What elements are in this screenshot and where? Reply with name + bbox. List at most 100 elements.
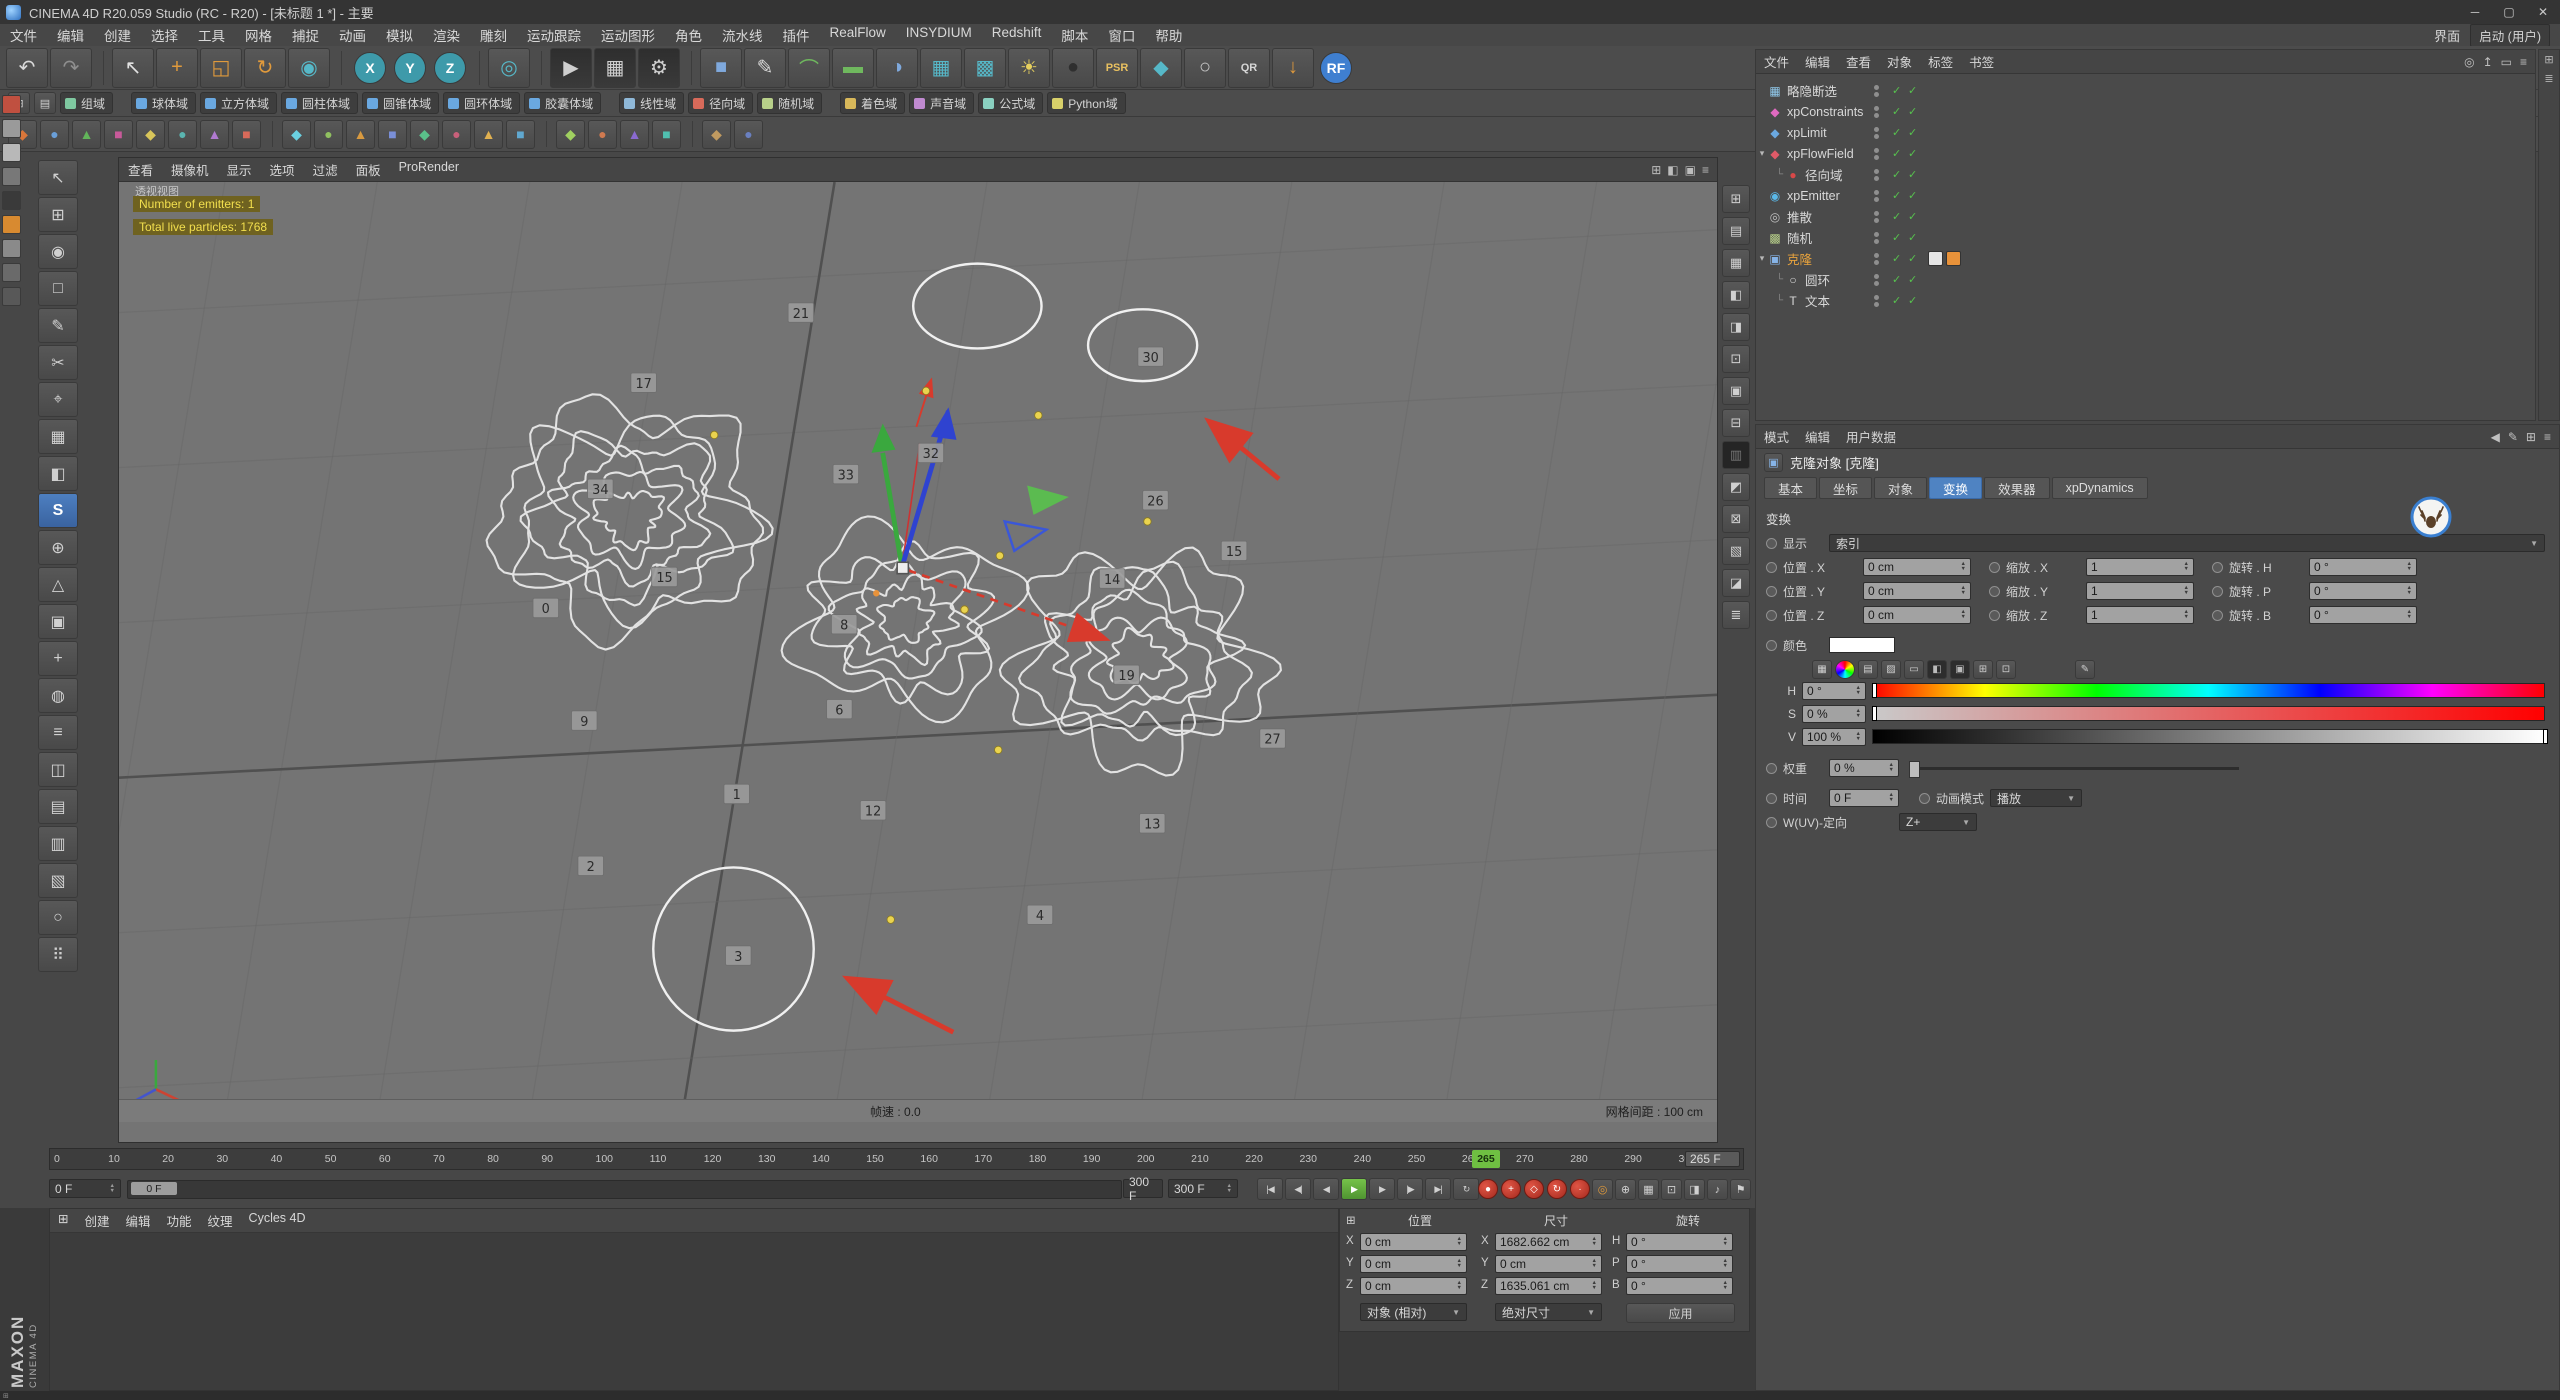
am-tab-基本[interactable]: 基本	[1764, 477, 1818, 499]
color-mode-icon-2[interactable]: ◉	[1835, 659, 1855, 679]
visibility-dots[interactable]	[1874, 126, 1879, 139]
object-label[interactable]: xpConstraints	[1787, 105, 1863, 119]
anim-dot[interactable]	[1919, 792, 1930, 804]
move-tool-button[interactable]: +	[156, 47, 198, 88]
om-menu-item[interactable]: 查看	[1838, 52, 1879, 71]
xp-icon-7[interactable]: ▲	[200, 119, 229, 149]
menu-item[interactable]: RealFlow	[820, 25, 896, 45]
tool-palette-icon-20[interactable]: ▧	[38, 863, 78, 898]
tool-palette-icon-19[interactable]: ▥	[38, 826, 78, 861]
menu-item[interactable]: 运动跟踪	[517, 25, 591, 45]
hsv-H-field[interactable]: 0 ° ▲ ▼	[1802, 681, 1866, 700]
enabled-check[interactable]: ✓	[1892, 294, 1901, 307]
right-toolbar-icon-2[interactable]: ▤	[1722, 217, 1750, 245]
coords-mode-dropdown[interactable]: 对象 (相对) ▼	[1360, 1303, 1467, 1321]
undo-button[interactable]: ↶	[6, 47, 48, 88]
field-pill-12[interactable]: 声音域	[909, 92, 975, 114]
tool-palette-icon-7[interactable]: ⌖	[38, 382, 78, 417]
field-pill-8[interactable]: 线性域	[619, 92, 685, 114]
viewport-canvas[interactable]: 17 21 30 32 33 26 34 15 15 14 19 27 13 12 9 6 1 2 3 4 0 8 透视视…	[119, 182, 1717, 1122]
scale-field[interactable]: 1 ▲ ▼	[2086, 558, 2194, 576]
am-header-icon-3[interactable]: ⊞	[2526, 430, 2536, 444]
menu-item[interactable]: 插件	[773, 25, 820, 45]
right-toolbar-icon-3[interactable]: ▦	[1722, 249, 1750, 277]
object-label[interactable]: 推散	[1787, 207, 1812, 226]
xp-icon-19[interactable]: ▲	[620, 119, 649, 149]
xp-icon-22[interactable]: ●	[734, 119, 763, 149]
add-cloth-button[interactable]: ▩	[964, 47, 1006, 88]
enabled-check[interactable]: ✓	[1908, 273, 1917, 286]
menu-item[interactable]: 编辑	[47, 25, 94, 45]
coords-field[interactable]: 0 cm ▲ ▼	[1360, 1233, 1467, 1251]
power-slider-handle[interactable]: 0 F	[131, 1182, 177, 1195]
right-toolbar-icon-1[interactable]: ⊞	[1722, 185, 1750, 213]
color-mode-icon-7[interactable]: ▣	[1950, 659, 1970, 679]
record-position-toggle[interactable]: +	[1501, 1179, 1521, 1199]
anim-dot[interactable]	[1766, 561, 1777, 573]
om-menu-item[interactable]: 编辑	[1797, 52, 1838, 71]
field-pill-11[interactable]: 着色域	[840, 92, 906, 114]
hsv-H-slider[interactable]	[1872, 683, 2545, 698]
tool-palette-icon-15[interactable]: ◍	[38, 678, 78, 713]
am-tab-xpDynamics[interactable]: xpDynamics	[2051, 477, 2148, 499]
current-frame-box[interactable]: 265 F	[1685, 1151, 1740, 1167]
viewport-menu-item[interactable]: 过滤	[304, 160, 347, 179]
color-swatch[interactable]	[1829, 637, 1895, 653]
last-tool-button[interactable]: ◉	[288, 47, 330, 88]
object-row[interactable]: ▾ ◆ xpFlowField ✓ ✓	[1756, 143, 2535, 164]
anim-dot[interactable]	[1766, 537, 1777, 549]
xp-icon-9[interactable]: ◆	[282, 119, 311, 149]
om-menu-item[interactable]: 文件	[1756, 52, 1797, 71]
enabled-check[interactable]: ✓	[1892, 147, 1901, 160]
coords-field[interactable]: 0 ° ▲ ▼	[1626, 1277, 1733, 1295]
keying-icon-2[interactable]: ⊕	[1615, 1179, 1636, 1200]
redo-button[interactable]: ↷	[50, 47, 92, 88]
am-tab-对象[interactable]: 对象	[1874, 477, 1928, 499]
xp-icon-16[interactable]: ■	[506, 119, 535, 149]
tool-palette-icon-17[interactable]: ◫	[38, 752, 78, 787]
position-field[interactable]: 0 cm ▲ ▼	[1863, 558, 1971, 576]
xp-icon-13[interactable]: ◆	[410, 119, 439, 149]
rotate-tool-button[interactable]: ↻	[244, 47, 286, 88]
object-row[interactable]: ◆ xpConstraints ✓ ✓	[1756, 101, 2535, 122]
coords-field[interactable]: 1682.662 cm ▲ ▼	[1495, 1233, 1602, 1251]
expand-caret[interactable]: ▾	[1756, 253, 1768, 264]
menu-item[interactable]: 渲染	[423, 25, 470, 45]
am-tab-坐标[interactable]: 坐标	[1819, 477, 1873, 499]
anim-dot[interactable]	[2212, 561, 2223, 573]
object-row[interactable]: ◉ xpEmitter ✓ ✓	[1756, 185, 2535, 206]
xp-icon-20[interactable]: ■	[652, 119, 681, 149]
add-floor-button[interactable]: ▬	[832, 47, 874, 88]
interface-menu[interactable]: 界面	[2434, 26, 2460, 45]
position-field[interactable]: 0 cm ▲ ▼	[1863, 606, 1971, 624]
play-button[interactable]: ▶	[1341, 1178, 1367, 1200]
menu-item[interactable]: 脚本	[1051, 25, 1098, 45]
object-label[interactable]: 略隐断选	[1787, 81, 1837, 100]
axis-x-lock-button[interactable]: X	[354, 51, 386, 84]
coord-system-button[interactable]: ◎	[488, 47, 530, 88]
anim-dot[interactable]	[1766, 816, 1777, 828]
add-camera-button[interactable]: ◑	[876, 47, 918, 88]
anim-dot[interactable]	[1766, 609, 1777, 621]
color-mode-icon-1[interactable]: ▦	[1812, 659, 1832, 679]
tool-palette-icon-11[interactable]: ⊕	[38, 530, 78, 565]
tag-icon[interactable]	[1928, 251, 1943, 266]
record-rotation-toggle[interactable]: ↻	[1547, 1179, 1567, 1199]
keying-icon-3[interactable]: ▦	[1638, 1179, 1659, 1200]
am-tab-效果器[interactable]: 效果器	[1984, 477, 2050, 499]
add-spline-button[interactable]: ✎	[744, 47, 786, 88]
hsv-S-slider[interactable]	[1872, 706, 2545, 721]
axis-y-lock-button[interactable]: Y	[394, 51, 426, 84]
color-mode-icon-8[interactable]: ⊞	[1973, 659, 1993, 679]
render-settings-button[interactable]: ⚙	[638, 47, 680, 88]
weight-field[interactable]: 0 % ▲ ▼	[1829, 759, 1899, 777]
tool-palette-icon-9[interactable]: ◧	[38, 456, 78, 491]
mm-grid-icon[interactable]: ⊞	[50, 1211, 76, 1230]
visibility-dots[interactable]	[1874, 231, 1879, 244]
viewport-menu-icon-3[interactable]: ▣	[1685, 163, 1696, 177]
coords-field[interactable]: 0 cm ▲ ▼	[1360, 1277, 1467, 1295]
anim-dot[interactable]	[2212, 609, 2223, 621]
edge-strip-icon-1[interactable]: ⊞	[2544, 53, 2553, 66]
field-pill-10[interactable]: 随机域	[757, 92, 823, 114]
menu-item[interactable]: 选择	[141, 25, 188, 45]
